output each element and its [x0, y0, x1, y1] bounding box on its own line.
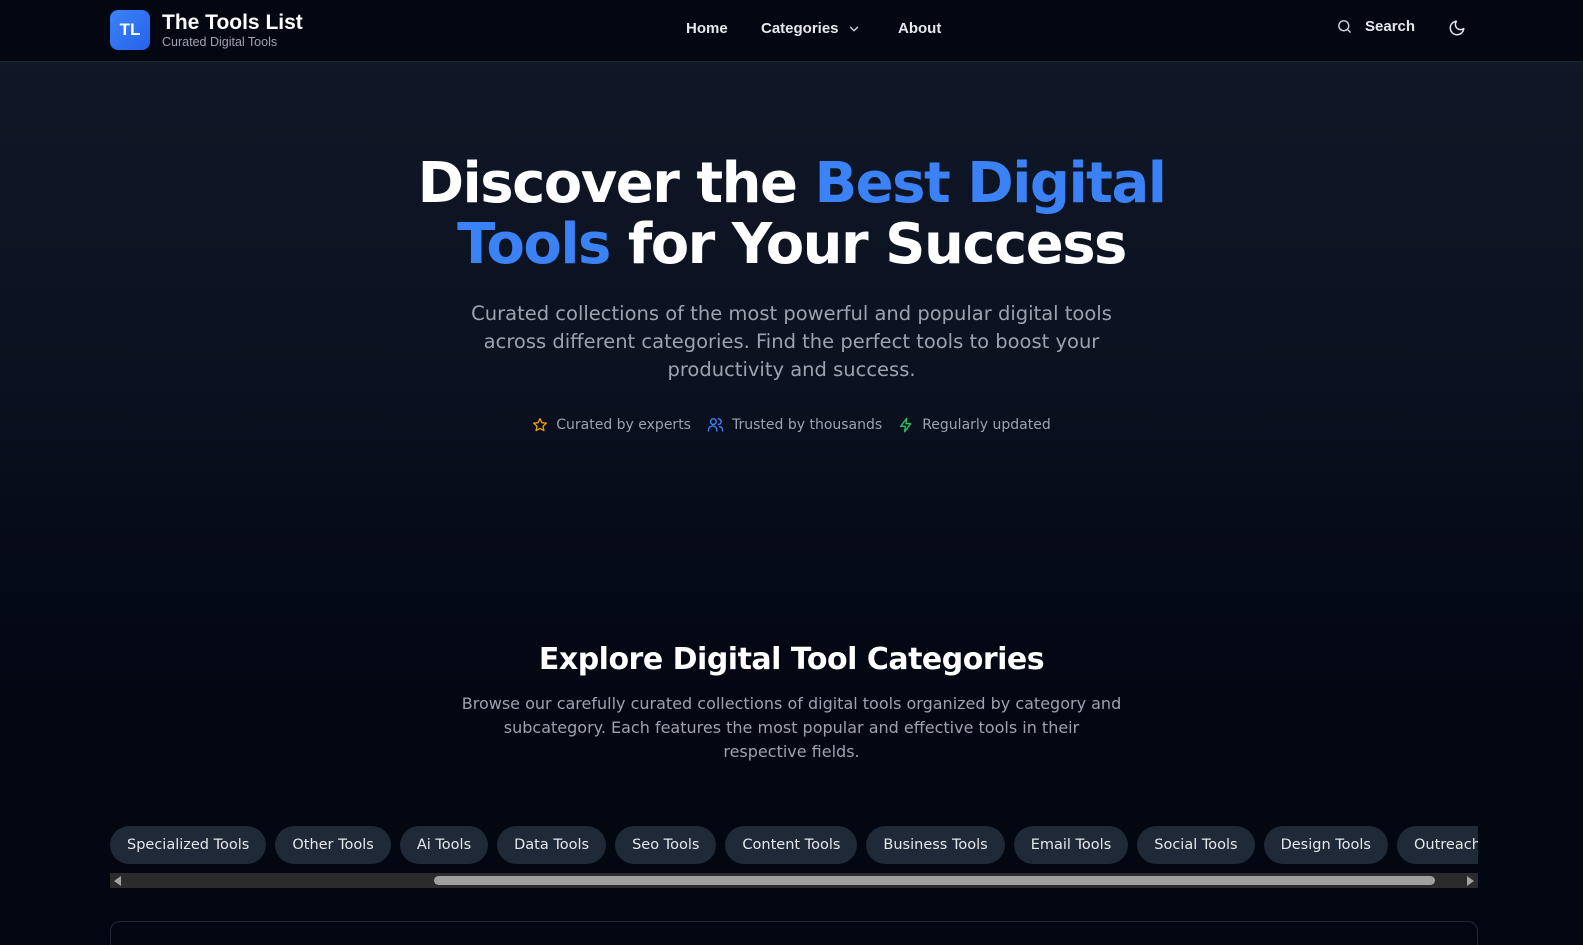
feature-label: Curated by experts	[556, 416, 691, 433]
category-pill-ai[interactable]: Ai Tools	[399, 826, 489, 864]
nav-home-link[interactable]: Home	[686, 20, 728, 37]
hero-description: Curated collections of the most powerful…	[471, 302, 1112, 381]
logo-badge[interactable]: TL	[110, 10, 150, 50]
moon-icon	[1449, 20, 1465, 36]
scroll-right-arrow-icon[interactable]	[1467, 876, 1474, 886]
category-pills: Specialized Tools Other Tools Ai Tools D…	[110, 826, 1478, 864]
hero-title: Discover the Best Digital Tools for Your…	[0, 153, 1583, 275]
scrollbar-thumb[interactable]	[434, 876, 1435, 885]
nav-categories-dropdown[interactable]: Categories	[761, 20, 861, 37]
category-pill-design[interactable]: Design Tools	[1263, 826, 1388, 864]
category-pill-outreach[interactable]: Outreach Tools	[1396, 826, 1478, 864]
site-header: TL The Tools List Curated Digital Tools …	[0, 0, 1583, 62]
category-pill-data[interactable]: Data Tools	[497, 826, 607, 864]
search-button[interactable]: Search	[1336, 18, 1415, 35]
categories-section-description: Browse our carefully curated collections…	[461, 694, 1122, 761]
category-pill-content[interactable]: Content Tools	[725, 826, 858, 864]
category-pill-specialized[interactable]: Specialized Tools	[110, 826, 267, 864]
hero-title-part1: Discover the	[417, 151, 815, 216]
users-icon	[707, 418, 724, 432]
theme-toggle-button[interactable]	[1448, 19, 1468, 39]
nav-about-link[interactable]: About	[898, 20, 941, 37]
category-content-card	[110, 921, 1478, 945]
feature-curated: Curated by experts	[532, 416, 691, 433]
category-pill-seo[interactable]: Seo Tools	[615, 826, 717, 864]
chevron-down-icon	[849, 26, 858, 31]
hero-title-accent1: Best Digital	[814, 151, 1166, 216]
category-pill-business[interactable]: Business Tools	[866, 826, 1005, 864]
hero-title-part2: for Your Success	[609, 212, 1128, 277]
scroll-left-arrow-icon[interactable]	[114, 876, 121, 886]
hero-title-accent2: Tools	[457, 212, 611, 277]
search-icon	[1338, 20, 1351, 33]
page: TL The Tools List Curated Digital Tools …	[0, 0, 1583, 945]
nav-categories-label: Categories	[761, 20, 839, 37]
category-pills-scroller[interactable]: Specialized Tools Other Tools Ai Tools D…	[110, 826, 1478, 866]
category-pill-email[interactable]: Email Tools	[1013, 826, 1129, 864]
brand-title[interactable]: The Tools List	[162, 11, 303, 35]
star-icon	[533, 417, 548, 431]
feature-trusted: Trusted by thousands	[707, 416, 882, 433]
hero-features: Curated by experts Trusted by thousands …	[0, 416, 1583, 433]
zap-icon	[900, 417, 912, 432]
category-pill-other[interactable]: Other Tools	[275, 826, 391, 864]
category-pill-social[interactable]: Social Tools	[1137, 826, 1255, 864]
feature-label: Regularly updated	[922, 416, 1051, 433]
horizontal-scrollbar[interactable]	[110, 873, 1478, 888]
feature-label: Trusted by thousands	[731, 416, 883, 433]
feature-updated: Regularly updated	[898, 416, 1051, 433]
search-label: Search	[1365, 18, 1416, 35]
brand-subtitle: Curated Digital Tools	[162, 35, 278, 49]
categories-section-title: Explore Digital Tool Categories	[538, 642, 1045, 677]
